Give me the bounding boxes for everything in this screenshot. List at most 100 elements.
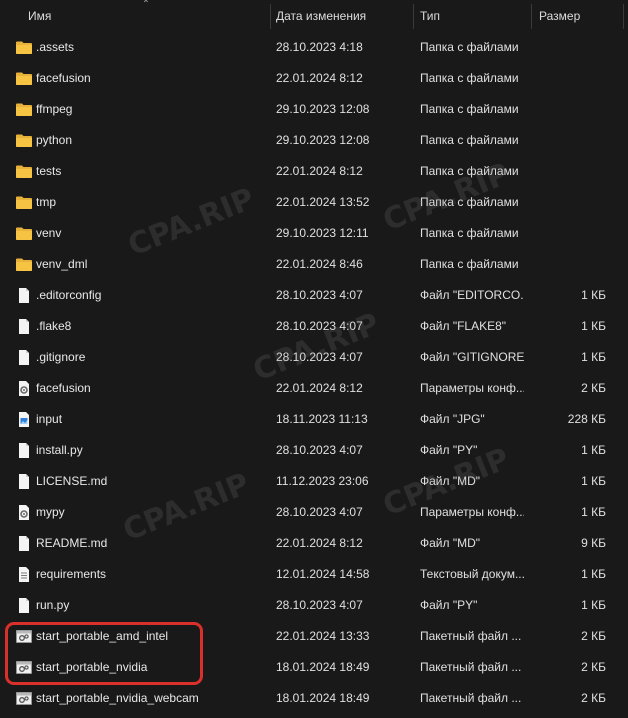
file-row[interactable]: run.py 28.10.2023 4:07 Файл "PY" 1 КБ xyxy=(0,590,628,621)
file-row[interactable]: .editorconfig 28.10.2023 4:07 Файл "EDITOR… xyxy=(0,280,628,311)
file-name: python xyxy=(36,133,73,147)
file-row[interactable]: facefusion 22.01.2024 8:12 Параметры конф.… xyxy=(0,373,628,404)
file-size xyxy=(530,249,606,280)
image-file-icon xyxy=(15,411,33,428)
folder-icon xyxy=(15,101,33,118)
file-size: 1 КБ xyxy=(581,288,606,302)
file-date: 18.11.2023 11:13 xyxy=(276,412,368,426)
file-type: Параметры конф... xyxy=(420,505,524,519)
file-name: mypy xyxy=(36,505,65,519)
file-type: Папка с файлами xyxy=(420,40,519,54)
folder-icon xyxy=(15,194,33,211)
file-name: install.py xyxy=(36,443,83,457)
file-row[interactable]: requirements 12.01.2024 14:58 Текстовый до… xyxy=(0,559,628,590)
file-type: Папка с файлами xyxy=(420,257,519,271)
file-row[interactable]: python 29.10.2023 12:08 Папка с файлами xyxy=(0,125,628,156)
file-icon xyxy=(15,287,33,304)
file-size: 2 КБ xyxy=(581,381,606,395)
file-date: 22.01.2024 8:12 xyxy=(276,164,363,178)
column-header-size[interactable]: Размер xyxy=(533,0,623,33)
file-row[interactable]: start_portable_nvidia 18.01.2024 18:49 Пак… xyxy=(0,652,628,683)
file-row[interactable]: ffmpeg 29.10.2023 12:08 Папка с файлами xyxy=(0,94,628,125)
file-date: 22.01.2024 8:12 xyxy=(276,381,363,395)
file-icon xyxy=(15,349,33,366)
file-type: Файл "GITIGNORE" xyxy=(420,350,524,364)
file-size xyxy=(530,125,606,156)
column-header-name[interactable]: Имя xyxy=(22,0,268,33)
file-name: .editorconfig xyxy=(36,288,102,302)
column-header-type[interactable]: Тип xyxy=(414,0,532,33)
file-row[interactable]: input 18.11.2023 11:13 Файл "JPG" 228 КБ xyxy=(0,404,628,435)
file-row[interactable]: .flake8 28.10.2023 4:07 Файл "FLAKE8" 1 КБ xyxy=(0,311,628,342)
folder-icon xyxy=(15,39,33,56)
file-name: venv xyxy=(36,226,62,240)
file-row[interactable]: tests 22.01.2024 8:12 Папка с файлами xyxy=(0,156,628,187)
file-type: Пакетный файл ... xyxy=(420,660,522,674)
column-divider[interactable] xyxy=(531,4,532,29)
file-size xyxy=(530,218,606,249)
config-file-icon xyxy=(15,380,33,397)
file-row[interactable]: venv 29.10.2023 12:11 Папка с файлами xyxy=(0,218,628,249)
file-date: 28.10.2023 4:07 xyxy=(276,288,363,302)
file-date: 28.10.2023 4:18 xyxy=(276,40,363,54)
file-row[interactable]: LICENSE.md 11.12.2023 23:06 Файл "MD" 1 КБ xyxy=(0,466,628,497)
file-type: Файл "FLAKE8" xyxy=(420,319,507,333)
file-size: 1 КБ xyxy=(581,319,606,333)
file-date: 11.12.2023 23:06 xyxy=(276,474,369,488)
config-file-icon xyxy=(15,504,33,521)
file-date: 22.01.2024 13:33 xyxy=(276,629,370,643)
column-divider[interactable] xyxy=(623,4,624,29)
file-date: 18.01.2024 18:49 xyxy=(276,691,370,705)
file-icon xyxy=(15,318,33,335)
file-row[interactable]: .assets 28.10.2023 4:18 Папка с файлами xyxy=(0,32,628,63)
file-size: 1 КБ xyxy=(581,598,606,612)
file-type: Файл "MD" xyxy=(420,474,481,488)
file-name: README.md xyxy=(36,536,108,550)
column-header-date[interactable]: Дата изменения xyxy=(270,0,413,33)
file-row[interactable]: install.py 28.10.2023 4:07 Файл "PY" 1 КБ xyxy=(0,435,628,466)
file-size xyxy=(530,94,606,125)
file-row[interactable]: mypy 28.10.2023 4:07 Параметры конф... 1 КБ xyxy=(0,497,628,528)
file-size: 1 КБ xyxy=(581,443,606,457)
file-type: Параметры конф... xyxy=(420,381,524,395)
file-type: Файл "JPG" xyxy=(420,412,485,426)
file-row[interactable]: start_portable_nvidia_webcam 18.01.2024 1… xyxy=(0,683,628,714)
file-size xyxy=(530,32,606,63)
file-name: tmp xyxy=(36,195,57,209)
file-size xyxy=(530,63,606,94)
file-type: Файл "PY" xyxy=(420,443,478,457)
file-date: 29.10.2023 12:11 xyxy=(276,226,369,240)
file-type: Папка с файлами xyxy=(420,102,519,116)
file-size: 228 КБ xyxy=(567,412,606,426)
file-date: 22.01.2024 8:46 xyxy=(276,257,363,271)
file-type: Папка с файлами xyxy=(420,71,519,85)
file-size: 1 КБ xyxy=(581,567,606,581)
file-icon xyxy=(15,597,33,614)
file-name: tests xyxy=(36,164,62,178)
folder-icon xyxy=(15,163,33,180)
file-name: requirements xyxy=(36,567,107,581)
folder-icon xyxy=(15,132,33,149)
file-type: Папка с файлами xyxy=(420,195,519,209)
file-size: 2 КБ xyxy=(581,660,606,674)
file-date: 12.01.2024 14:58 xyxy=(276,567,370,581)
folder-icon xyxy=(15,225,33,242)
file-row[interactable]: .gitignore 28.10.2023 4:07 Файл "GITIGNORE… xyxy=(0,342,628,373)
file-row[interactable]: README.md 22.01.2024 8:12 Файл "MD" 9 КБ xyxy=(0,528,628,559)
folder-icon xyxy=(15,256,33,273)
file-type: Текстовый докум... xyxy=(420,567,524,581)
file-date: 28.10.2023 4:07 xyxy=(276,505,363,519)
file-list: .assets 28.10.2023 4:18 Папка с файлами fac… xyxy=(0,32,628,714)
file-name: input xyxy=(36,412,63,426)
file-row[interactable]: start_portable_amd_intel 22.01.2024 13:33… xyxy=(0,621,628,652)
file-name: LICENSE.md xyxy=(36,474,108,488)
file-row[interactable]: facefusion 22.01.2024 8:12 Папка с файлами xyxy=(0,63,628,94)
file-size: 1 КБ xyxy=(581,474,606,488)
file-size: 1 КБ xyxy=(581,505,606,519)
file-size: 1 КБ xyxy=(581,350,606,364)
file-type: Папка с файлами xyxy=(420,133,519,147)
file-type: Папка с файлами xyxy=(420,164,519,178)
file-row[interactable]: venv_dml 22.01.2024 8:46 Папка с файлами xyxy=(0,249,628,280)
file-row[interactable]: tmp 22.01.2024 13:52 Папка с файлами xyxy=(0,187,628,218)
file-type: Файл "MD" xyxy=(420,536,481,550)
